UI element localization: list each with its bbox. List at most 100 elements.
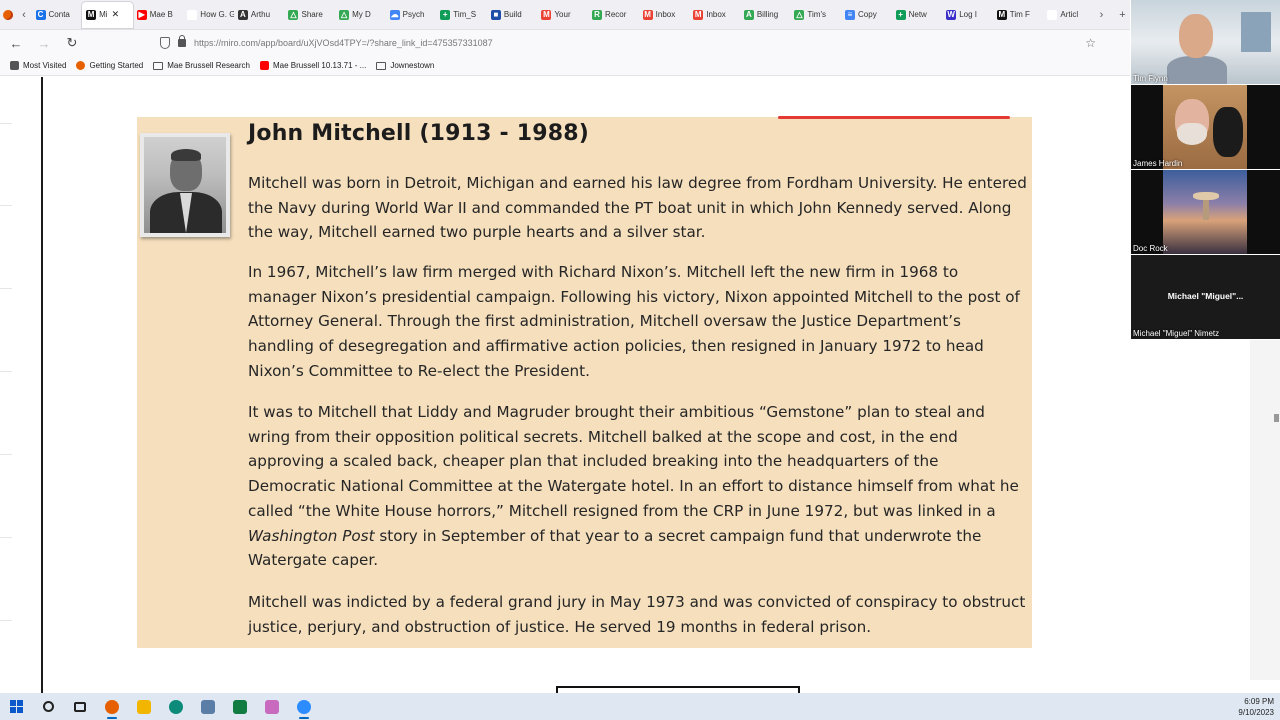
ruler-tick bbox=[0, 537, 12, 538]
browser-tab[interactable]: M Tim F bbox=[993, 0, 1044, 30]
search-icon-glyph bbox=[42, 701, 54, 712]
video-tile[interactable]: Tim Flynn bbox=[1131, 0, 1280, 84]
video-tile[interactable]: James Hardin bbox=[1131, 85, 1280, 169]
tab-label: How G. G bbox=[200, 10, 234, 19]
bookmark-star-icon[interactable]: ☆ bbox=[1085, 36, 1096, 50]
tab-favicon-icon bbox=[1047, 9, 1058, 20]
bookmark-item[interactable]: Mae Brussell 10.13.71 - ... bbox=[259, 61, 367, 70]
close-tab-icon[interactable]: ✕ bbox=[112, 9, 120, 20]
task-view-icon[interactable] bbox=[64, 693, 96, 720]
frame-border bbox=[41, 77, 43, 693]
bookmark-item[interactable]: Getting Started bbox=[76, 61, 143, 70]
video-tile[interactable]: Doc Rock bbox=[1131, 170, 1280, 254]
participant-name: Doc Rock bbox=[1133, 244, 1168, 253]
bookmark-item[interactable]: Mae Brussell Research bbox=[153, 61, 250, 70]
tab-label: Tim's bbox=[807, 10, 826, 19]
clock-time: 6:09 PM bbox=[1244, 697, 1274, 706]
windows-logo-icon bbox=[9, 700, 23, 713]
file-explorer-icon[interactable] bbox=[128, 693, 160, 720]
firefox-menu-icon[interactable] bbox=[0, 0, 17, 30]
tab-favicon-icon: M bbox=[642, 9, 653, 20]
tracking-protection-icon[interactable] bbox=[160, 37, 170, 49]
browser-tab[interactable]: ▶ Mae B bbox=[133, 0, 184, 30]
video-tile[interactable]: Michael "Miguel"... Michael "Miguel" Nim… bbox=[1131, 255, 1280, 339]
browser-tab[interactable]: W Log I bbox=[942, 0, 993, 30]
search-icon[interactable] bbox=[32, 693, 64, 720]
browser-tab[interactable]: M Mi ✕ bbox=[82, 1, 133, 28]
app-icon-glyph bbox=[201, 699, 215, 714]
bookmark-item[interactable]: Jownestown bbox=[376, 61, 434, 70]
browser-tab[interactable]: R Recor bbox=[588, 0, 639, 30]
back-button[interactable]: ← bbox=[4, 36, 28, 51]
browser-tab[interactable]: △ My D bbox=[335, 0, 386, 30]
tab-scroll-right-icon[interactable]: › bbox=[1094, 9, 1109, 21]
browser-tab[interactable]: ≡ Copy bbox=[841, 0, 892, 30]
firefox-app-icon[interactable] bbox=[96, 693, 128, 720]
app-icon[interactable] bbox=[192, 693, 224, 720]
participant-name: James Hardin bbox=[1133, 159, 1183, 168]
bookmark-label: Mae Brussell 10.13.71 - ... bbox=[272, 61, 367, 70]
browser-tab[interactable]: Articl bbox=[1043, 0, 1094, 30]
browser-tab[interactable]: M Inbox bbox=[689, 0, 740, 30]
bookmark-item[interactable]: Most Visited bbox=[10, 61, 66, 70]
bio-paragraph-3-publication: Washington Post bbox=[248, 526, 375, 545]
browser-tab[interactable]: How G. G bbox=[183, 0, 234, 30]
tab-favicon-icon: A bbox=[237, 9, 248, 20]
folder-icon bbox=[376, 61, 387, 70]
tab-favicon-icon: ■ bbox=[490, 9, 501, 20]
bio-paragraph-2: In 1967, Mitchell’s law firm merged with… bbox=[248, 263, 1020, 380]
tab-label: Conta bbox=[48, 10, 70, 19]
tab-label: Build bbox=[503, 10, 522, 19]
tab-label: Psych bbox=[402, 10, 425, 19]
bookmark-label: Most Visited bbox=[23, 61, 67, 70]
firefox-app-icon-glyph bbox=[105, 699, 119, 714]
browser-tab[interactable]: A Billing bbox=[740, 0, 791, 30]
tab-favicon-icon bbox=[187, 9, 198, 20]
browser-tab-bar: ‹ C Conta M Mi ✕ ▶ Mae B How G. G A Arthu △ Share △ M… bbox=[0, 0, 1130, 30]
lock-icon[interactable] bbox=[178, 35, 186, 47]
browser-tab[interactable]: △ Share bbox=[284, 0, 335, 30]
browser-tab[interactable]: ☁ Psych bbox=[386, 0, 437, 30]
browser-tab[interactable]: + Tim_S bbox=[436, 0, 487, 30]
tab-favicon-icon: △ bbox=[339, 9, 350, 20]
browser-tab[interactable]: A Arthu bbox=[234, 0, 285, 30]
tab-label: Inbox bbox=[655, 10, 676, 19]
browser-tab[interactable]: + Netw bbox=[892, 0, 943, 30]
scrollbar-thumb[interactable] bbox=[1274, 414, 1279, 422]
browser-tab[interactable]: △ Tim's bbox=[790, 0, 841, 30]
bio-paragraph-3: It was to Mitchell that Liddy and Magrud… bbox=[248, 400, 1028, 573]
new-tab-button[interactable]: + bbox=[1115, 9, 1130, 21]
browser-tab[interactable]: C Conta bbox=[32, 0, 83, 30]
tab-label: Mi bbox=[99, 10, 108, 19]
ruler-tick bbox=[0, 454, 12, 455]
address-bar[interactable]: https://miro.com/app/board/uXjVOsd4TPY=/… bbox=[150, 32, 1110, 54]
task-view-icon-glyph bbox=[74, 701, 86, 712]
start-button[interactable] bbox=[0, 693, 32, 720]
bookmarks-toolbar: Most Visited Getting Started Mae Brussell … bbox=[0, 56, 1130, 76]
tab-favicon-icon: ▶ bbox=[136, 9, 147, 20]
browser-tab[interactable]: ■ Build bbox=[487, 0, 538, 30]
tab-label: Tim_S bbox=[453, 10, 477, 19]
tab-label: Inbox bbox=[706, 10, 726, 19]
bio-paragraph-4: Mitchell was indicted by a federal grand… bbox=[248, 593, 1026, 636]
bio-title: John Mitchell (1913 - 1988) bbox=[248, 121, 590, 146]
tab-scroll-left-icon[interactable]: ‹ bbox=[17, 9, 32, 21]
browser-tab[interactable]: M Inbox bbox=[639, 0, 690, 30]
forward-button[interactable]: → bbox=[32, 36, 56, 51]
system-clock[interactable]: 6:09 PM 9/10/2023 bbox=[1238, 696, 1274, 718]
browser-tab[interactable]: M Your bbox=[537, 0, 588, 30]
scrollbar-track[interactable] bbox=[1250, 340, 1280, 680]
edge-icon[interactable] bbox=[160, 693, 192, 720]
zoom-icon-glyph bbox=[297, 699, 311, 714]
zoom-icon[interactable] bbox=[288, 693, 320, 720]
participant-center-label: Michael "Miguel"... bbox=[1167, 291, 1244, 301]
tab-label: Your bbox=[554, 10, 571, 19]
file-explorer-icon-glyph bbox=[137, 699, 151, 714]
ruler-tick bbox=[0, 123, 12, 124]
url-text[interactable]: https://miro.com/app/board/uXjVOsd4TPY=/… bbox=[194, 38, 493, 48]
tab-favicon-icon: M bbox=[996, 9, 1007, 20]
tab-label: Billing bbox=[756, 10, 779, 19]
paint-icon[interactable] bbox=[256, 693, 288, 720]
excel-icon[interactable] bbox=[224, 693, 256, 720]
reload-button[interactable]: ↻ bbox=[60, 35, 84, 51]
